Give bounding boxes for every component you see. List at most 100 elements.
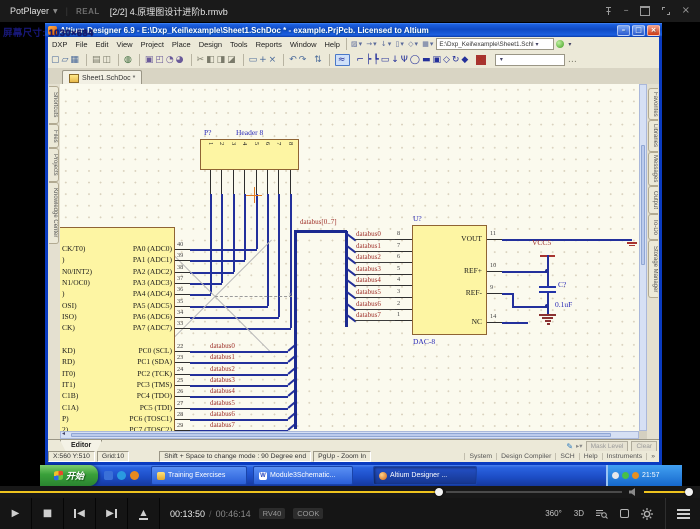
designator-label[interactable]: U? (413, 214, 422, 223)
menu-design[interactable]: Design (195, 40, 226, 49)
volume-icon[interactable] (628, 487, 639, 497)
status-button-system[interactable]: System (464, 453, 496, 460)
panel-tab-favorites[interactable]: Favorites (648, 88, 658, 120)
toolbar-clipboard-icons[interactable]: ✂◧◨◪ (197, 55, 238, 65)
video-area[interactable]: 屏幕尺寸: 1030×684 Altium Designer 6.9 - E:\… (0, 22, 700, 486)
open-file-button[interactable]: ▲ (128, 498, 160, 529)
net-label[interactable]: databus1 (356, 242, 381, 250)
net-label[interactable]: databus4 (210, 387, 235, 395)
task-module3schematic[interactable]: W Module3Schematic... (253, 466, 353, 485)
capacitor[interactable] (539, 286, 556, 288)
menu-dxp[interactable]: DXP (48, 40, 71, 49)
minimize-button[interactable]: – (617, 25, 630, 36)
menu-reports[interactable]: Reports (252, 40, 286, 49)
status-button-sch[interactable]: SCH (555, 453, 578, 460)
app-menu-button[interactable]: PotPlayer (10, 6, 49, 16)
start-button[interactable]: 开始 (40, 465, 98, 486)
settings-gear-icon[interactable] (641, 508, 653, 520)
menu-view[interactable]: View (112, 40, 136, 49)
toolbar-reorder-icon[interactable]: ⇅ (314, 55, 324, 65)
menu-window[interactable]: Window (286, 40, 321, 49)
toolbar-more-icon[interactable]: … (568, 55, 579, 65)
panel-tab-messages[interactable]: Messages (648, 152, 658, 186)
menu-tools[interactable]: Tools (226, 40, 252, 49)
capacitor-value-label[interactable]: 0.1uF (555, 300, 572, 309)
document-path-combo[interactable]: E:\Dxp_Keil\example\Sheet1.Schl ▾ (436, 38, 554, 50)
toolbar-print-icons[interactable]: ▤◫ (92, 55, 113, 65)
net-label[interactable]: databus0 (356, 230, 381, 238)
wiring-toolbar-icons[interactable]: ⌐┝┡▭↓Ψ◯▬▣◇↻◆ (356, 55, 470, 65)
tray-icon[interactable] (612, 472, 619, 479)
toolbar-select-icons[interactable]: ▭+× (249, 55, 279, 65)
menu-edit[interactable]: Edit (92, 40, 113, 49)
bus-net-label[interactable]: databus[0..7] (300, 218, 337, 226)
volume-handle[interactable] (685, 488, 693, 496)
toolbar-browse-icon[interactable]: ◍ (124, 55, 134, 65)
net-label[interactable]: databus5 (356, 288, 381, 296)
net-label[interactable]: databus1 (210, 353, 235, 361)
capture-icon[interactable] (620, 509, 629, 518)
panel-tab-files[interactable]: Files (49, 124, 59, 148)
clear-button[interactable]: Clear (631, 441, 657, 452)
playlist-toggle-button[interactable] (665, 498, 700, 529)
seekbar-handle[interactable] (435, 488, 443, 496)
designator-label[interactable]: P? (204, 128, 212, 137)
menubar-tool-icons[interactable]: ▨▾ →▾ ↓▾ ▯▾ ◇▾ ▦▾ (351, 40, 434, 48)
seekbar-progress[interactable] (0, 491, 438, 493)
panel-tab-storage-manager[interactable]: Storage Manager (648, 240, 658, 298)
net-label[interactable]: databus6 (356, 300, 381, 308)
quicklaunch-icon[interactable] (130, 471, 139, 480)
status-button-help[interactable]: Help (579, 453, 602, 460)
stop-button[interactable]: ■ (32, 498, 64, 529)
menu-file[interactable]: File (71, 40, 91, 49)
helper-green-icon[interactable] (556, 40, 564, 48)
quicklaunch-icon[interactable] (104, 471, 113, 480)
net-label[interactable]: databus2 (356, 253, 381, 261)
menu-project[interactable]: Project (137, 40, 168, 49)
component-type-label[interactable]: DAC-8 (413, 337, 435, 346)
view-3d-button[interactable]: 3D (574, 509, 584, 518)
panel-tab-knowledge-center[interactable]: Knowledge Center (49, 182, 59, 244)
annotate-icon[interactable]: ✎ (566, 442, 573, 451)
menu-place[interactable]: Place (168, 40, 195, 49)
altium-titlebar[interactable]: Altium Designer 6.9 - E:\Dxp_Keil\exampl… (45, 23, 662, 37)
toolbar-zoom-icons[interactable]: ▣◰◔◕ (145, 55, 186, 65)
tray-icon[interactable] (622, 472, 629, 479)
panel-tab-todo[interactable]: To-Do (648, 214, 658, 240)
net-label[interactable]: databus3 (210, 376, 235, 384)
maximize-button[interactable]: □ (632, 25, 645, 36)
mask-level-button[interactable]: Mask Level (586, 441, 629, 452)
close-button[interactable]: × (682, 6, 690, 16)
tray-icon[interactable] (632, 472, 639, 479)
play-button[interactable]: ▶ (0, 498, 32, 529)
tab-sheet1-schdoc[interactable]: Sheet1.SchDoc * (62, 70, 142, 85)
component-header8[interactable] (200, 139, 299, 170)
volume-slider[interactable] (644, 491, 688, 493)
component-type-label[interactable]: Header 8 (236, 128, 263, 137)
view-360-button[interactable]: 360° (545, 509, 562, 518)
designator-label[interactable]: C? (558, 280, 566, 289)
scroll-left-arrow[interactable]: ◂ (62, 430, 65, 437)
panel-tab-output[interactable]: Output (648, 186, 658, 214)
task-training-exercises[interactable]: Training Exercises (151, 466, 247, 485)
panel-tab-libraries[interactable]: Libraries (648, 120, 658, 152)
menu-help[interactable]: Help (321, 40, 344, 49)
maximize-button[interactable] (640, 6, 650, 16)
pin-icon[interactable] (604, 6, 613, 16)
net-label[interactable]: databus4 (356, 276, 381, 284)
wire-tool-icon[interactable]: ≈ (335, 54, 351, 66)
status-button-design-compiler[interactable]: Design Compiler (496, 453, 555, 460)
toolbar-combo[interactable]: ▾ (495, 54, 565, 66)
chevron-down-icon[interactable]: ▼ (53, 8, 58, 15)
net-label[interactable]: databus7 (356, 311, 381, 319)
schematic-canvas[interactable]: P? Header 8 1 2 3 4 5 6 7 8 (60, 84, 639, 431)
mask-dropdown-icons[interactable]: ▸▾ (576, 442, 583, 450)
net-label[interactable]: databus0 (210, 342, 235, 350)
task-altium-designer[interactable]: Altium Designer ... (373, 466, 477, 485)
vertical-scrollbar[interactable] (639, 84, 647, 431)
net-label[interactable]: databus6 (210, 410, 235, 418)
no-erc-icon[interactable]: × (476, 55, 486, 65)
status-button-more[interactable]: » (646, 453, 659, 460)
ie-icon[interactable] (117, 471, 126, 480)
playlist-search-icon[interactable] (596, 509, 608, 519)
